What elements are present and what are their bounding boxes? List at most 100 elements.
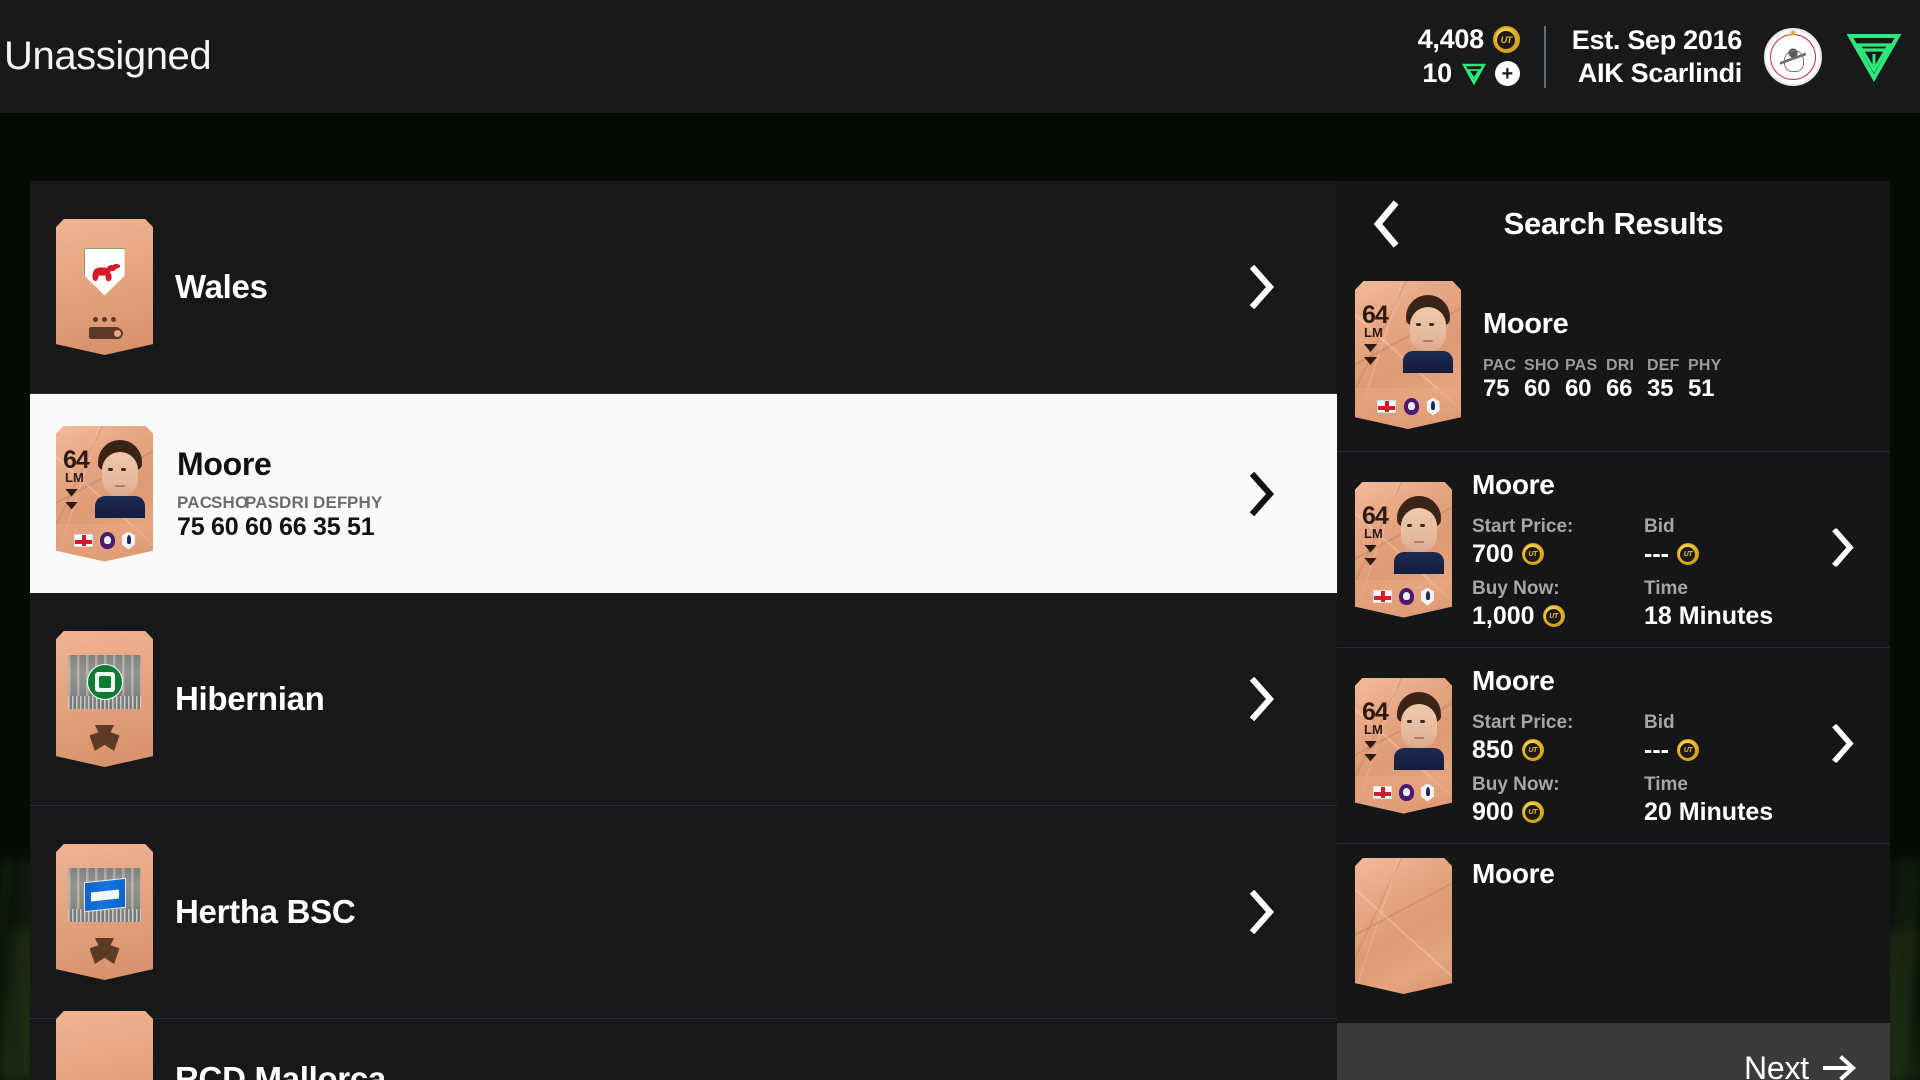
hibernian-item-card [56, 631, 153, 767]
currency-block: 4,408 10 + [1418, 24, 1544, 89]
auction-list-item[interactable]: 64 LM Moore Start Price: Bid [1337, 452, 1890, 648]
player-item-card: 64 LM [1355, 481, 1452, 618]
tottenham-icon [1421, 587, 1434, 606]
stat-label: PAS [245, 492, 280, 512]
chevron-right-icon[interactable] [1249, 889, 1275, 935]
england-flag-icon [1373, 786, 1392, 799]
fut-coin-icon [1676, 543, 1699, 565]
card-rating: 64 [1362, 501, 1389, 530]
top-bar-right: 4,408 10 + Est. Sep 2016 AIK Scarlindi [1418, 0, 1902, 113]
list-item-selected[interactable]: 64 LM Moore PAC SHO PAS DRI DEF PHY 75 6… [30, 394, 1337, 593]
chevron-left-icon[interactable] [1363, 200, 1409, 248]
stat-label: SHO [1524, 356, 1560, 374]
list-item[interactable]: Wales [30, 181, 1337, 394]
stat-label: PAC [177, 492, 213, 512]
player-name: Moore [1472, 664, 1555, 696]
buy-now-value: 900 [1472, 798, 1644, 827]
stat-label: DRI [279, 492, 309, 512]
stat-label: PHY [1688, 356, 1722, 374]
premier-league-icon [1399, 588, 1414, 605]
card-badges [1355, 775, 1452, 814]
hertha-item-card [56, 844, 153, 980]
unassigned-items-list[interactable]: Wales 64 LM Moore PAC SHO PAS DRI DEF PH… [30, 181, 1337, 1080]
chevron-right-icon[interactable] [1249, 676, 1275, 722]
next-button[interactable]: Next [1337, 1023, 1890, 1080]
stat-label: DEF [1647, 356, 1680, 374]
auction-details: Start Price: Bid 700 --- Buy Now: Time 1… [1472, 509, 1890, 631]
stat-value: 35 [313, 512, 341, 541]
bid-amount: --- [1644, 735, 1669, 764]
england-flag-icon [74, 534, 93, 547]
player-item-card: 64 LM [1355, 677, 1452, 814]
bid-amount: --- [1644, 539, 1669, 568]
fut-coin-icon [1542, 605, 1565, 627]
card-skill-arrows-icon [1364, 740, 1377, 762]
list-item-label: Wales [175, 268, 268, 305]
card-position: LM [1364, 721, 1383, 737]
fut-point-icon [1461, 62, 1488, 86]
chevron-right-icon[interactable] [1832, 723, 1854, 767]
time-value: 20 Minutes [1644, 797, 1774, 826]
tottenham-icon [122, 531, 135, 550]
fut-coin-icon [1521, 739, 1544, 761]
player-stats: PAC SHO PAS DRI DEF PHY 75 60 60 66 35 5… [177, 492, 383, 542]
auction-list-item[interactable]: Moore [1337, 844, 1890, 1010]
player-portrait [1388, 495, 1450, 574]
points-amount: 10 [1422, 58, 1452, 88]
buy-now-amount: 900 [1472, 797, 1514, 826]
search-results-header: Search Results [1337, 181, 1890, 267]
stat-label: PHY [347, 492, 383, 512]
auction-info: Moore Start Price: Bid 700 --- Buy Now: … [1472, 469, 1890, 631]
fut-coin-icon [1521, 543, 1544, 565]
hero-info: Moore PAC SHO PAS DRI DEF PHY 75 60 60 6… [1483, 308, 1729, 403]
player-name: Moore [1483, 307, 1569, 340]
chevron-right-icon[interactable] [1249, 264, 1275, 310]
card-badges [1355, 579, 1452, 618]
search-results-panel: Search Results 64 LM Moore PAC SHO PAS D… [1337, 181, 1890, 1080]
stat-value: 66 [1606, 374, 1633, 402]
time-label: Time [1644, 773, 1689, 795]
card-skill-arrows-icon [65, 488, 78, 510]
chevron-right-icon[interactable] [1832, 527, 1854, 571]
top-bar: Unassigned 4,408 10 + Est. Sep 2016 [0, 0, 1920, 113]
stat-value: 60 [1524, 374, 1551, 402]
list-item-label: Hibernian [175, 680, 325, 717]
stat-value: 51 [1688, 374, 1715, 402]
buy-now-value: 1,000 [1472, 602, 1644, 631]
start-price-label: Start Price: [1472, 711, 1574, 733]
fut-coin-icon [1521, 801, 1544, 823]
chemistry-icon [56, 725, 153, 751]
add-points-button[interactable]: + [1494, 61, 1520, 86]
stat-value: 60 [1565, 374, 1592, 402]
auction-info: Moore Start Price: Bid 850 --- Buy Now: … [1472, 665, 1890, 827]
card-skill-arrows-icon [1364, 344, 1377, 365]
player-item-card [1355, 858, 1452, 994]
chemistry-icon [56, 938, 153, 964]
stat-value: 60 [211, 512, 239, 541]
start-price-label: Start Price: [1472, 515, 1574, 537]
search-result-hero[interactable]: 64 LM Moore PAC SHO PAS DRI DEF PHY 75 6… [1337, 267, 1890, 452]
list-item[interactable]: Hibernian [30, 593, 1337, 806]
premier-league-icon [1399, 784, 1414, 801]
mallorca-item-card [56, 1011, 153, 1080]
premier-league-icon [1403, 398, 1419, 415]
premier-league-icon [100, 532, 115, 549]
card-skill-arrows-icon [1364, 544, 1377, 566]
content-area: Wales 64 LM Moore PAC SHO PAS DRI DEF PH… [0, 113, 1920, 1080]
arrow-right-icon [1823, 1055, 1856, 1080]
card-position: LM [1364, 525, 1383, 541]
england-flag-icon [1373, 590, 1392, 603]
ajax-crest-icon: ★ ★ ★ [1764, 27, 1822, 86]
chevron-right-icon[interactable] [1249, 471, 1275, 516]
tottenham-icon [1426, 397, 1440, 416]
list-item[interactable]: RCD Mallorca [30, 1011, 1337, 1080]
card-badges [56, 523, 153, 562]
stat-value: 60 [245, 512, 273, 541]
list-item[interactable]: Hertha BSC [30, 806, 1337, 1019]
player-stats: PAC SHO PAS DRI DEF PHY 75 60 60 66 35 5… [1483, 357, 1729, 403]
stat-label: DRI [1606, 356, 1635, 374]
auction-list-item[interactable]: 64 LM Moore Start Price: Bid [1337, 648, 1890, 844]
start-price-amount: 850 [1472, 735, 1514, 764]
list-item-label: Moore [177, 445, 272, 482]
buy-now-amount: 1,000 [1472, 601, 1535, 630]
